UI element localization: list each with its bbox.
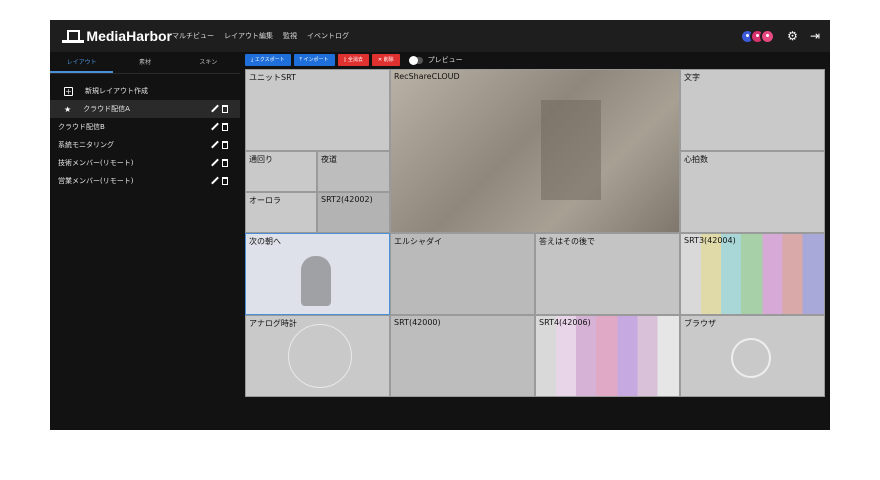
trash-icon[interactable]	[222, 159, 228, 167]
layout-cell[interactable]: 通回り	[245, 151, 317, 192]
layout-cell[interactable]: ブラウザ	[680, 315, 825, 397]
layout-cell[interactable]: RecShareCLOUD	[390, 69, 680, 233]
app-name: MediaHarbor	[86, 28, 172, 44]
cell-label: 通回り	[249, 155, 273, 164]
cell-label: エルシャダイ	[394, 237, 442, 246]
layout-cell[interactable]: SRT3(42004)	[680, 233, 825, 315]
video-figure	[301, 256, 331, 306]
cell-label: 文字	[684, 73, 700, 82]
layout-cell[interactable]: SRT2(42002)	[317, 192, 390, 233]
video-thumbnail	[391, 70, 679, 232]
layout-cell[interactable]: オーロラ	[245, 192, 317, 233]
video-figure	[541, 100, 601, 200]
trash-icon[interactable]	[222, 123, 228, 131]
cell-label: ブラウザ	[684, 319, 716, 328]
preview-label: プレビュー	[427, 56, 463, 64]
cell-label: 心拍数	[684, 155, 708, 164]
tab-skin[interactable]: スキン	[177, 52, 240, 73]
layout-cell[interactable]: SRT(42000)	[390, 315, 535, 397]
cell-label: 答えはその後で	[539, 237, 595, 246]
delete-button[interactable]: ✕ 削除	[371, 54, 400, 66]
sidebar: レイアウト 素材 スキン + 新規レイアウト作成 ★ クラウド配信A クラウド配…	[50, 52, 240, 430]
nav-multiview[interactable]: マルチビュー	[172, 31, 214, 41]
ship-logo-icon	[62, 29, 85, 43]
tab-material[interactable]: 素材	[113, 52, 176, 73]
layout-cell[interactable]: SRT4(42006)	[535, 315, 680, 397]
layout-cell[interactable]: 次の朝へ	[245, 233, 390, 315]
top-bar: MediaHarbor マルチビュー レイアウト編集 監視 イベントログ ⚙ ⇥	[50, 20, 830, 52]
import-button[interactable]: ⤒ インポート	[293, 54, 335, 66]
cell-label: SRT(42000)	[394, 318, 441, 327]
sidebar-tabs: レイアウト 素材 スキン	[50, 52, 240, 74]
layout-item-monitoring[interactable]: 系統モニタリング	[50, 136, 240, 154]
trash-icon[interactable]	[222, 105, 228, 113]
layout-item-cloud-a[interactable]: ★ クラウド配信A	[50, 100, 240, 118]
layout-cell[interactable]: 答えはその後で	[535, 233, 680, 315]
add-icon: +	[64, 86, 73, 96]
trash-icon[interactable]	[222, 177, 228, 185]
layout-cell[interactable]: 文字	[680, 69, 825, 151]
preview-toggle[interactable]	[408, 55, 423, 65]
logout-icon[interactable]: ⇥	[810, 29, 820, 43]
cell-label: 夜道	[321, 155, 337, 164]
new-layout-button[interactable]: + 新規レイアウト作成	[50, 82, 240, 100]
cell-label: 次の朝へ	[249, 237, 281, 246]
cell-label: RecShareCLOUD	[394, 72, 460, 81]
pencil-icon[interactable]	[211, 105, 218, 112]
cell-label: SRT3(42004)	[684, 236, 736, 245]
trash-icon[interactable]	[222, 141, 228, 149]
layout-toolbar: ⤓ エクスポート ⤒ インポート ▯ 全消去 ✕ 削除 プレビュー	[245, 54, 463, 66]
cell-label: ユニットSRT	[249, 73, 296, 82]
export-label: エクスポート	[254, 57, 285, 63]
gear-icon[interactable]: ⚙	[787, 29, 798, 43]
cell-label: アナログ時計	[249, 319, 297, 328]
import-label: インポート	[303, 57, 329, 63]
layout-item-cloud-b[interactable]: クラウド配信B	[50, 118, 240, 136]
tab-layout[interactable]: レイアウト	[50, 52, 114, 73]
app-window: MediaHarbor マルチビュー レイアウト編集 監視 イベントログ ⚙ ⇥…	[50, 20, 830, 430]
nav-monitor[interactable]: 監視	[283, 31, 297, 41]
nav-event-log[interactable]: イベントログ	[307, 31, 349, 41]
layout-item-sales-remote[interactable]: 営業メンバー(リモート)	[50, 172, 240, 190]
layout-cell[interactable]: 心拍数	[680, 151, 825, 233]
layout-cell[interactable]: 夜道	[317, 151, 390, 192]
export-button[interactable]: ⤓ エクスポート	[245, 54, 291, 66]
pencil-icon[interactable]	[211, 177, 218, 184]
new-layout-label: 新規レイアウト作成	[85, 87, 148, 95]
nav-layout-edit[interactable]: レイアウト編集	[224, 31, 273, 41]
app-logo[interactable]: MediaHarbor	[62, 28, 172, 44]
pencil-icon[interactable]	[211, 159, 218, 166]
cell-label: SRT4(42006)	[539, 318, 591, 327]
clear-all-button[interactable]: ▯ 全消去	[337, 54, 369, 66]
cell-label: SRT2(42002)	[321, 195, 373, 204]
pencil-icon[interactable]	[211, 123, 218, 130]
clock-face	[288, 324, 352, 388]
star-icon: ★	[64, 104, 72, 114]
layout-item-tech-remote[interactable]: 技術メンバー(リモート)	[50, 154, 240, 172]
clear-all-label: 全消去	[347, 57, 363, 63]
delete-label: 削除	[383, 57, 394, 63]
layout-grid: ユニットSRT RecShareCLOUD 文字 通回り 夜道 心拍数 オーロラ…	[245, 69, 825, 397]
layout-cell[interactable]: エルシャダイ	[390, 233, 535, 315]
browser-loading-icon	[731, 338, 771, 378]
pencil-icon[interactable]	[211, 141, 218, 148]
layout-cell[interactable]: ユニットSRT	[245, 69, 390, 151]
layout-cell[interactable]: アナログ時計	[245, 315, 390, 397]
cell-label: オーロラ	[249, 196, 281, 205]
top-right-controls: ⚙ ⇥	[740, 20, 820, 52]
user-avatar-3[interactable]	[760, 28, 776, 44]
